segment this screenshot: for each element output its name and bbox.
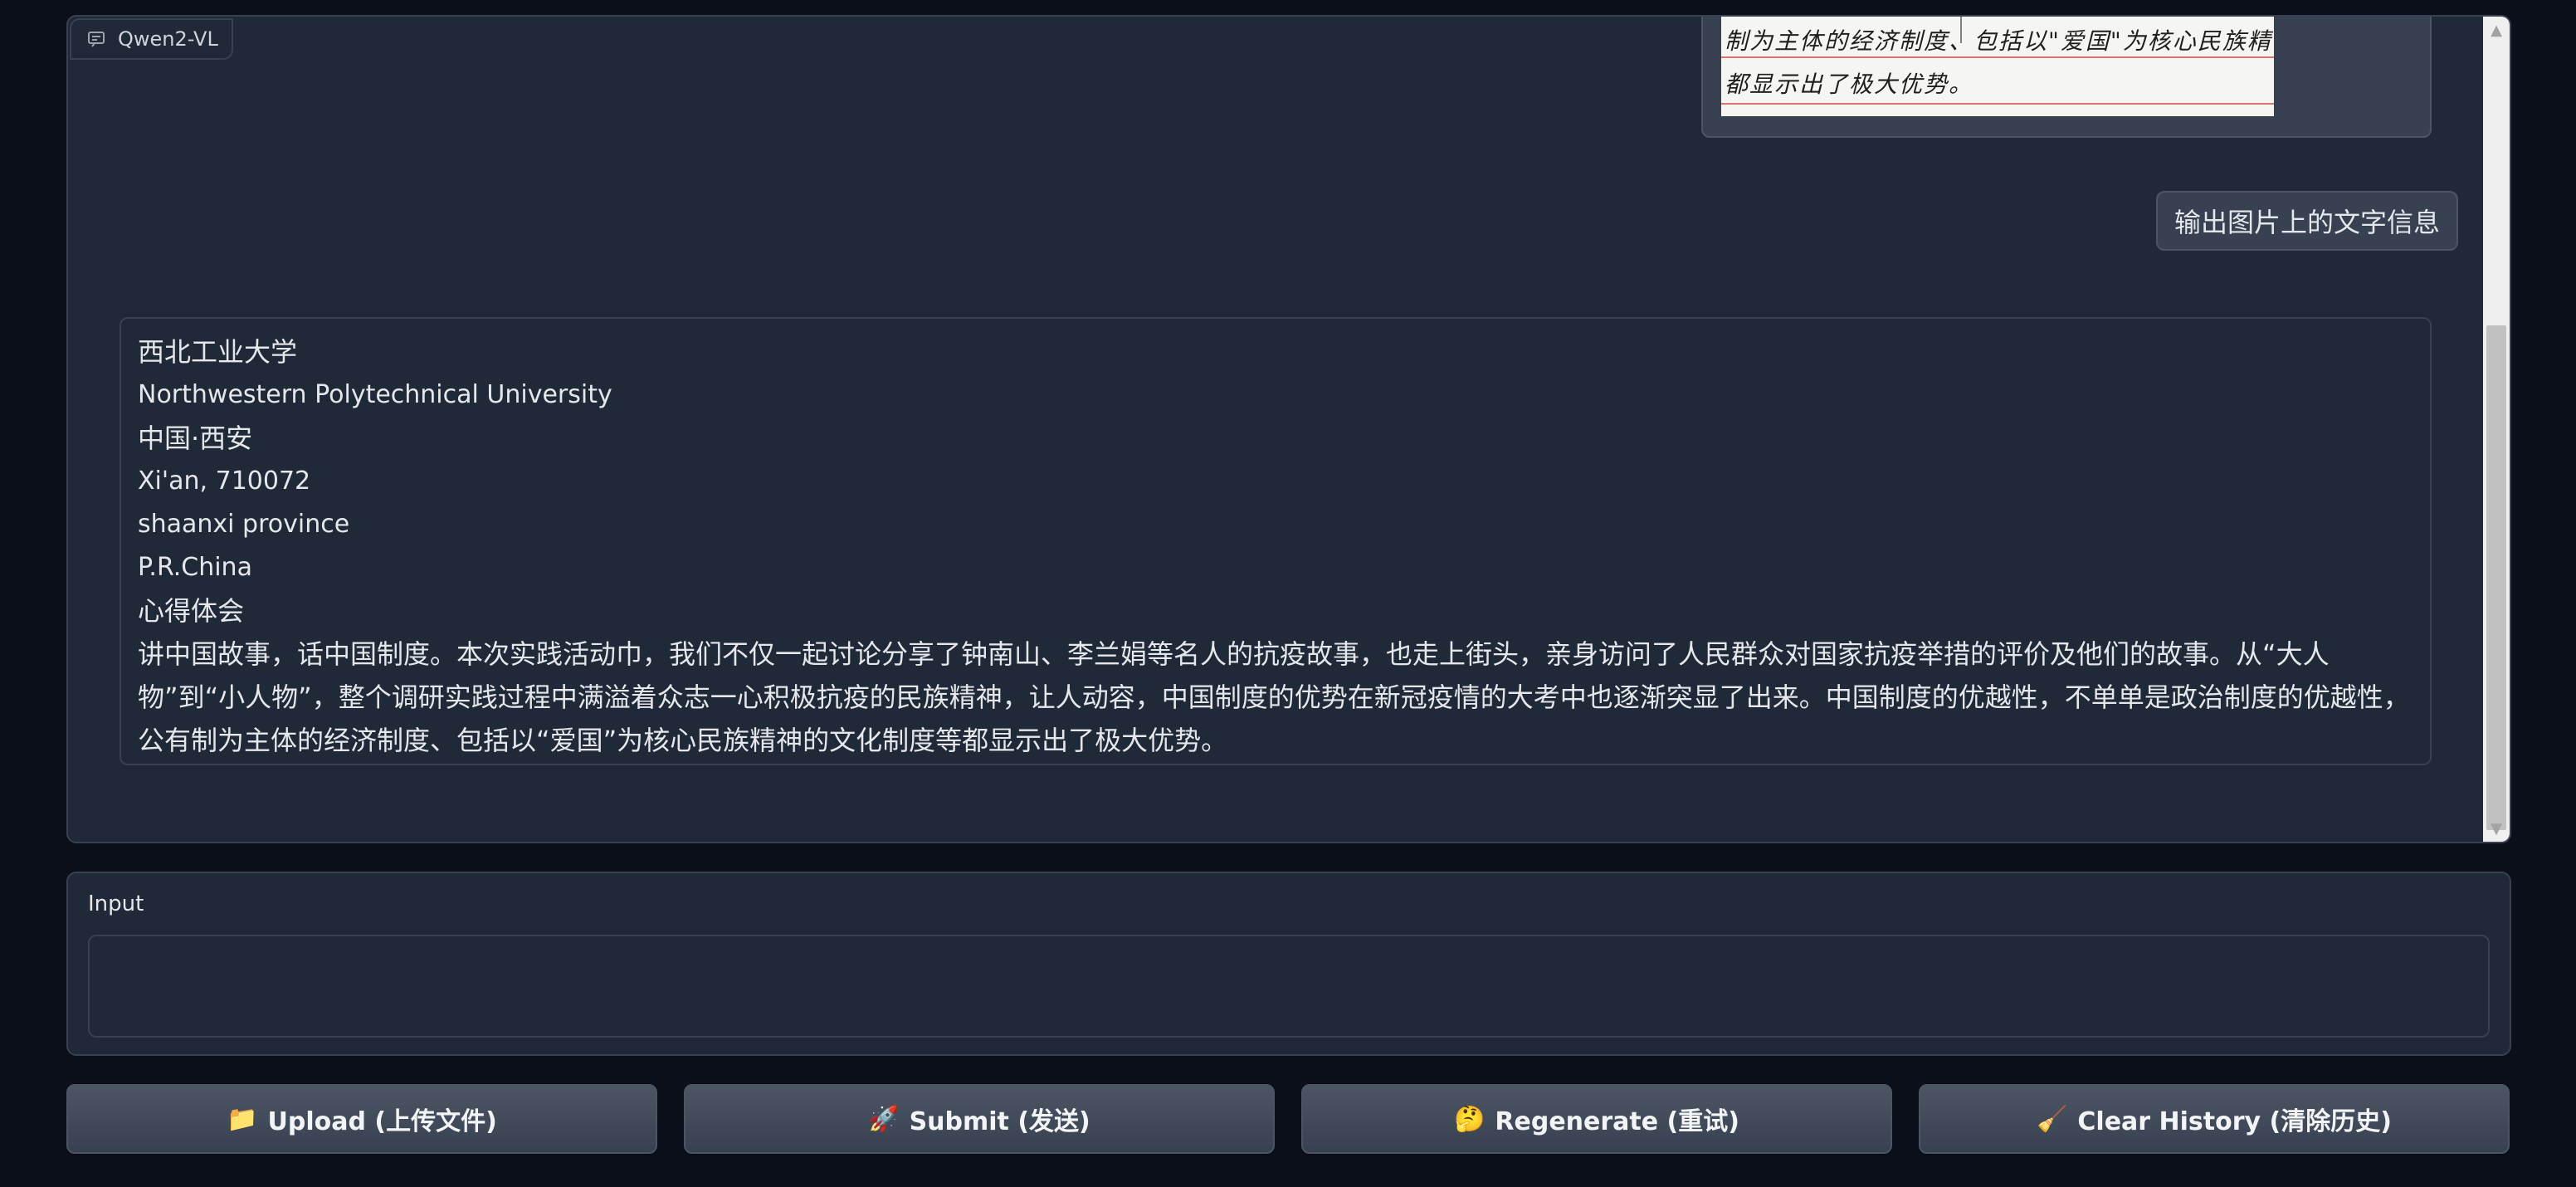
chat-scrollbar[interactable]: ▲ ▼ — [2483, 17, 2510, 842]
broom-icon: 🧹 — [2037, 1104, 2068, 1134]
user-image-message: 制为主体的经济制度、包括以"爱国"为核心民族精神的文化制 都显示出了极大优势。 — [1701, 17, 2432, 138]
scrollbar-thumb[interactable] — [2486, 325, 2506, 830]
input-label: Input — [88, 891, 144, 916]
scroll-up-arrow-icon[interactable]: ▲ — [2483, 17, 2510, 43]
handwriting-line-1: 制为主体的经济制度、包括以"爱国"为核心民族精神的文化制 — [1725, 27, 2274, 55]
chat-icon — [88, 32, 105, 47]
submit-button[interactable]: 🚀 Submit (发送) — [684, 1084, 1275, 1154]
upload-button-label: Upload (上传文件) — [267, 1107, 497, 1136]
scroll-down-arrow-icon[interactable]: ▼ — [2483, 815, 2510, 842]
rocket-icon: 🚀 — [868, 1104, 900, 1134]
message-input[interactable] — [88, 935, 2490, 1038]
bot-line: Xi'an, 710072 — [138, 466, 311, 496]
bot-line: Northwestern Polytechnical University — [138, 380, 612, 409]
user-text-message: 输出图片上的文字信息 — [2155, 191, 2458, 251]
chatbot-panel[interactable]: Qwen2-VL 制为主体的经济制度、包括以"爱国"为核心民族精神的文化制 都显… — [66, 15, 2511, 843]
upload-button[interactable]: 📁 Upload (上传文件) — [66, 1084, 657, 1154]
regenerate-button[interactable]: 🤔 Regenerate (重试) — [1301, 1084, 1892, 1154]
submit-button-label: Submit (发送) — [909, 1107, 1090, 1136]
regenerate-button-label: Regenerate (重试) — [1495, 1107, 1739, 1136]
handwritten-note-image: 制为主体的经济制度、包括以"爱国"为核心民族精神的文化制 都显示出了极大优势。 — [1721, 17, 2274, 116]
clear-history-button-label: Clear History (清除历史) — [2077, 1107, 2392, 1136]
clear-history-button[interactable]: 🧹 Clear History (清除历史) — [1919, 1084, 2510, 1154]
chatbot-label-text: Qwen2-VL — [118, 27, 218, 51]
bot-line: P.R.China — [138, 553, 252, 582]
thinking-face-icon: 🤔 — [1454, 1104, 1486, 1134]
chatbot-label: Qwen2-VL — [70, 18, 233, 60]
handwriting-line-2: 都显示出了极大优势。 — [1725, 71, 1974, 98]
folder-icon: 📁 — [227, 1104, 258, 1134]
bot-line: shaanxi province — [138, 510, 350, 539]
bot-line: 心得体会 — [138, 595, 245, 627]
bot-message: 西北工业大学 Northwestern Polytechnical Univer… — [120, 317, 2432, 765]
bot-line: 中国·西安 — [138, 423, 253, 454]
input-panel: Input — [66, 872, 2511, 1056]
bot-line: 西北工业大学 — [138, 336, 298, 368]
bot-paragraph: 讲中国故事，话中国制度。本次实践活动巾，我们不仅一起讨论分享了钟南山、李兰娟等名… — [138, 638, 2410, 756]
